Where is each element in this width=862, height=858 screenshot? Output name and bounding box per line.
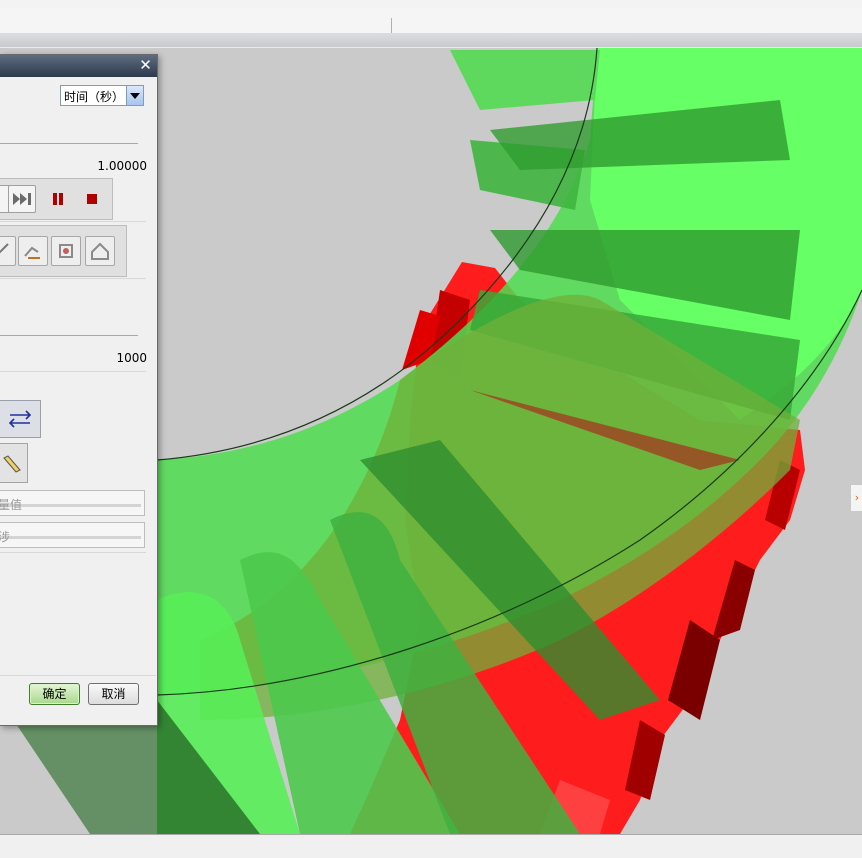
- chevron-down-icon[interactable]: [126, 86, 143, 105]
- collapse-handle-icon[interactable]: ›: [850, 484, 862, 512]
- toolbar-gradient-row: [0, 33, 862, 47]
- envelope-tool-icon[interactable]: [85, 236, 115, 266]
- swap-direction-button[interactable]: [0, 400, 41, 438]
- divider: [0, 221, 146, 222]
- interference-tool-icon[interactable]: [51, 236, 81, 266]
- close-icon[interactable]: ✕: [137, 57, 154, 74]
- dialog-titlebar: ✕: [0, 55, 157, 77]
- time-unit-select[interactable]: 时间（秒）: [60, 85, 144, 106]
- motion-dialog: ✕ 时间（秒） 1.00000 1000 量值 涉 确定 取消: [0, 54, 158, 726]
- steps-value: 1000: [116, 351, 147, 365]
- toolbar-area: [0, 0, 862, 49]
- playback-controls: [0, 178, 113, 220]
- divider: [0, 552, 146, 553]
- swap-arrows-icon: [8, 410, 32, 428]
- measure-field[interactable]: 量值: [0, 490, 145, 516]
- trace-tool-icon[interactable]: [18, 236, 48, 266]
- edit-button[interactable]: [0, 443, 28, 483]
- pause-icon[interactable]: [44, 185, 72, 213]
- divider: [0, 278, 146, 279]
- interference-field[interactable]: 涉: [0, 522, 145, 548]
- fast-forward-icon[interactable]: [8, 185, 36, 213]
- divider: [0, 675, 156, 676]
- interference-field-label: 涉: [0, 530, 11, 544]
- measure-field-label: 量值: [0, 498, 23, 512]
- cancel-button[interactable]: 取消: [88, 683, 139, 705]
- divider: [0, 335, 138, 336]
- pencil-icon: [3, 455, 21, 473]
- time-unit-value: 时间（秒）: [64, 90, 125, 104]
- stop-icon[interactable]: [78, 185, 106, 213]
- status-bar: [0, 834, 862, 858]
- divider: [0, 143, 138, 144]
- divider: [0, 371, 146, 372]
- ok-button[interactable]: 确定: [29, 683, 80, 705]
- field-track: [0, 536, 141, 539]
- toolbar-row: [0, 8, 862, 38]
- analysis-toolbar: [0, 225, 127, 277]
- measure-tool-icon[interactable]: [0, 236, 16, 266]
- end-time-value: 1.00000: [97, 159, 147, 173]
